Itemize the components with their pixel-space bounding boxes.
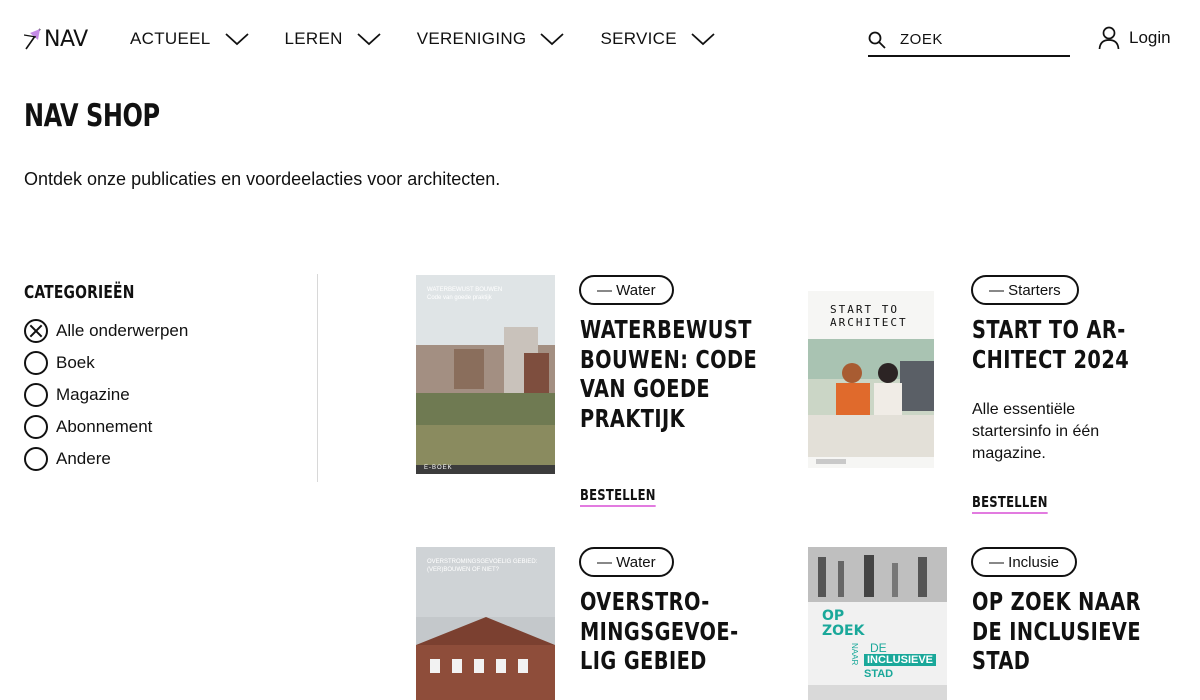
site-header: NAV ACTUEEL LEREN VERENIGING SERVICE ZOE… (0, 0, 1200, 80)
cover-title: START TO ARCHITECT (830, 303, 908, 329)
chevron-down-icon (357, 33, 381, 46)
category-andere[interactable]: Andere (24, 443, 317, 475)
radio-icon[interactable] (24, 415, 48, 439)
category-all[interactable]: Alle onderwerpen (24, 315, 317, 347)
category-label: Boek (56, 353, 95, 372)
cover-word: NAAR (850, 643, 859, 666)
login-button[interactable]: Login (1098, 26, 1171, 50)
chevron-down-icon (691, 33, 715, 46)
nav-item-label: SERVICE (600, 29, 677, 48)
cover-photo (416, 275, 555, 474)
cover-title: WATERBEWUST BOUWEN (427, 287, 503, 293)
tag-badge[interactable]: — Water (579, 547, 674, 577)
chevron-down-icon (224, 33, 249, 46)
category-filter: CATEGORIEËN Alle onderwerpen Boek Magazi… (24, 274, 318, 482)
cover-word: STAD (864, 668, 894, 680)
category-title: CATEGORIEËN (24, 282, 135, 303)
nav-item-vereniging[interactable]: VERENIGING (417, 26, 565, 52)
cover-word: DE (870, 641, 887, 655)
order-link[interactable]: BESTELLEN (580, 486, 656, 507)
category-label: Magazine (56, 385, 130, 404)
nav-logo[interactable]: NAV (24, 26, 88, 52)
cover-word: ZOEK (822, 623, 865, 639)
cover-title: OVERSTROMINGSGEVOELIG GEBIED: (VER)BOUWE… (427, 559, 538, 573)
product-title[interactable]: OVERSTRO-MINGSGEVOE-LIG GEBIED (580, 587, 761, 676)
radio-icon[interactable] (24, 351, 48, 375)
nav-item-actueel[interactable]: ACTUEEL (130, 26, 249, 52)
chevron-down-icon (540, 33, 565, 46)
product-title[interactable]: START TO AR-CHITECT 2024 (972, 315, 1153, 374)
nav-item-label: VERENIGING (416, 29, 527, 48)
cover-footer: E-BOEK (424, 465, 453, 471)
tag-badge[interactable]: — Starters (971, 275, 1079, 305)
login-label: Login (1129, 28, 1171, 47)
nav-item-label: ACTUEEL (130, 29, 211, 48)
product-cover-image[interactable]: OVERSTROMINGSGEVOELIG GEBIED: (VER)BOUWE… (416, 547, 555, 700)
product-cover-image[interactable]: WATERBEWUST BOUWEN Code van goede prakti… (416, 275, 555, 474)
search-input[interactable] (900, 31, 1050, 48)
nav-item-service[interactable]: SERVICE (600, 26, 715, 52)
tag-badge[interactable]: — Water (579, 275, 674, 305)
page-subtitle: Ontdek onze publicaties en voordeelactie… (24, 169, 501, 189)
product-cover-image[interactable]: OP ZOEK DE NAAR INCLUSIEVE STAD (808, 547, 947, 700)
category-label: Abonnement (56, 417, 153, 436)
cover-word: OP (822, 608, 845, 624)
category-label: Alle onderwerpen (56, 321, 189, 340)
product-description: Alle essentiële startersinfo in één maga… (972, 401, 1100, 462)
product-title[interactable]: WATERBEWUST BOUWEN: CODE VAN GOEDE PRAKT… (580, 315, 761, 433)
user-icon (1098, 26, 1120, 50)
category-abonnement[interactable]: Abonnement (24, 411, 317, 443)
logo-arrow-icon (24, 28, 41, 50)
nav-item-leren[interactable]: LEREN (285, 26, 381, 52)
radio-checked-icon[interactable] (24, 319, 48, 343)
nav-item-label: LEREN (284, 29, 343, 48)
cover-subtitle: Code van goede praktijk (427, 295, 492, 301)
product-cover-image[interactable]: START TO ARCHITECT (808, 291, 934, 468)
main-nav: ACTUEEL LEREN VERENIGING SERVICE (130, 26, 751, 52)
category-label: Andere (56, 449, 111, 468)
logo-text: NAV (44, 26, 88, 52)
product-title[interactable]: OP ZOEK NAAR DE INCLUSIEVE STAD (972, 587, 1153, 676)
radio-icon[interactable] (24, 383, 48, 407)
radio-icon[interactable] (24, 447, 48, 471)
search-bar (868, 24, 1070, 57)
page-title: NAV SHOP (24, 98, 160, 134)
cover-word: INCLUSIEVE (864, 654, 937, 666)
order-link[interactable]: BESTELLEN (972, 493, 1048, 514)
category-magazine[interactable]: Magazine (24, 379, 317, 411)
category-boek[interactable]: Boek (24, 347, 317, 379)
search-icon[interactable] (868, 31, 886, 49)
tag-badge[interactable]: — Inclusie (971, 547, 1078, 577)
